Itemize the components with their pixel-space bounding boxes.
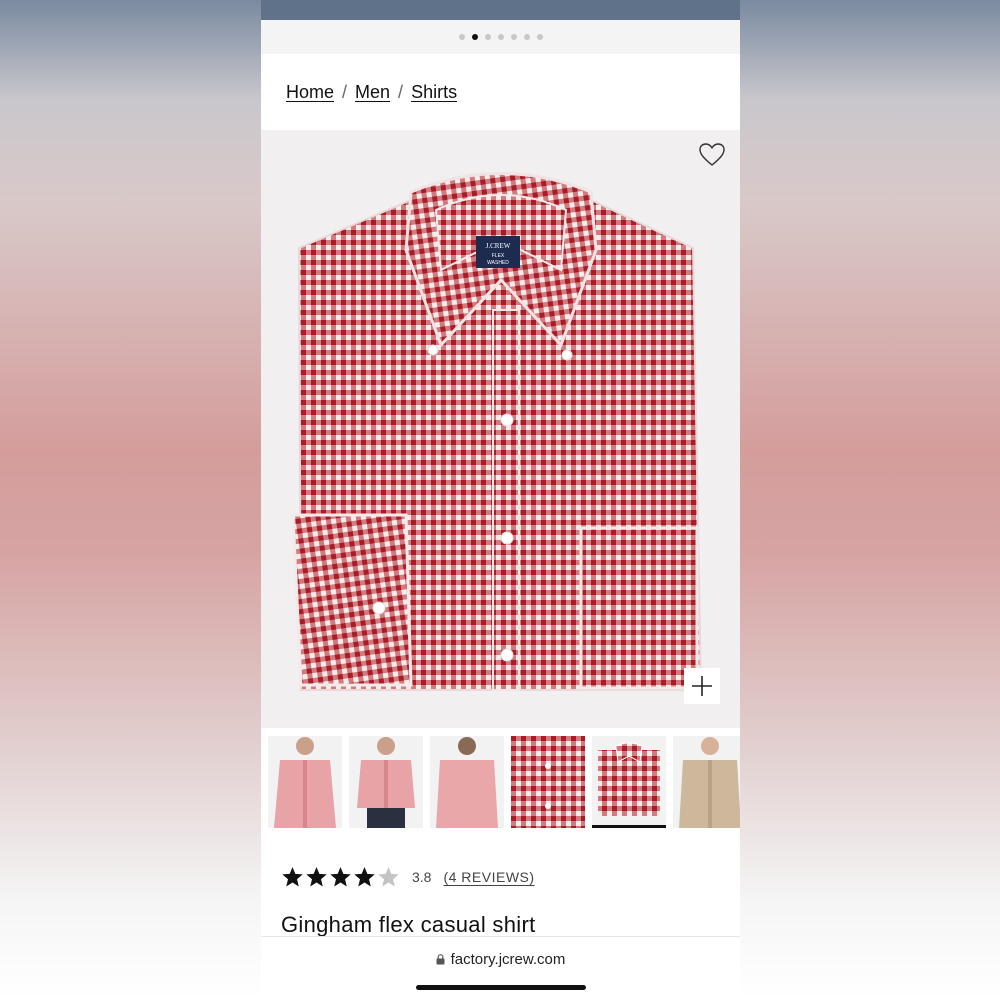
- label-line-1: FLEX: [492, 253, 505, 259]
- background-right: [740, 0, 1000, 1000]
- carousel-dot[interactable]: [497, 34, 504, 40]
- breadcrumb-separator: /: [398, 82, 404, 102]
- breadcrumb-separator: /: [342, 82, 348, 102]
- thumbnail-folded-shirt[interactable]: [592, 736, 666, 828]
- folded-shirt-image: J.CREW FLEX WASHED: [291, 172, 703, 691]
- rating-stars: [281, 866, 400, 888]
- breadcrumb-home[interactable]: Home: [286, 82, 334, 103]
- rating-value: 3.8: [412, 869, 432, 885]
- carousel-dots: [261, 20, 740, 54]
- product-main-image[interactable]: J.CREW FLEX WASHED: [261, 130, 740, 728]
- thumbnail-model-back[interactable]: [430, 736, 504, 828]
- carousel-dot[interactable]: [523, 34, 530, 40]
- breadcrumb-men[interactable]: Men: [355, 82, 390, 103]
- phone-screen: Home / Men / Shirts J.CREW FLEX WASHED 3…: [261, 0, 740, 1000]
- carousel-dot[interactable]: [458, 34, 465, 40]
- breadcrumb-shirts[interactable]: Shirts: [411, 82, 457, 103]
- plus-icon: [692, 676, 712, 696]
- thumbnail-model-hands[interactable]: [349, 736, 423, 828]
- label-line-2: WASHED: [487, 260, 509, 266]
- thumbnail-model-front[interactable]: [268, 736, 342, 828]
- star-icon: [378, 867, 399, 887]
- label-brand: J.CREW: [486, 242, 511, 250]
- reviews-link[interactable]: (4 REVIEWS): [443, 869, 534, 885]
- star-icon: [282, 867, 303, 887]
- star-icon: [354, 867, 375, 887]
- breadcrumb: Home / Men / Shirts: [286, 82, 457, 103]
- zoom-button[interactable]: [684, 668, 720, 704]
- browser-url-bar[interactable]: factory.jcrew.com: [261, 936, 740, 1000]
- background-left: [0, 0, 261, 1000]
- thumbnail-alt-color[interactable]: [673, 736, 740, 828]
- product-rating: 3.8 (4 REVIEWS): [281, 866, 535, 888]
- url-text: factory.jcrew.com: [450, 951, 566, 968]
- star-icon: [330, 867, 351, 887]
- home-indicator[interactable]: [416, 985, 586, 990]
- top-bar: [261, 0, 740, 20]
- thumbnail-fabric-detail[interactable]: [511, 736, 585, 828]
- carousel-dot[interactable]: [484, 34, 491, 40]
- star-icon: [306, 867, 327, 887]
- heart-outline-icon[interactable]: [698, 142, 726, 168]
- carousel-dot[interactable]: [510, 34, 517, 40]
- carousel-dot[interactable]: [471, 34, 478, 40]
- carousel-dot[interactable]: [536, 34, 543, 40]
- thumbnail-strip: [268, 736, 740, 830]
- url-display: factory.jcrew.com: [261, 951, 740, 968]
- lock-icon: [436, 954, 445, 965]
- product-title: Gingham flex casual shirt: [281, 912, 536, 937]
